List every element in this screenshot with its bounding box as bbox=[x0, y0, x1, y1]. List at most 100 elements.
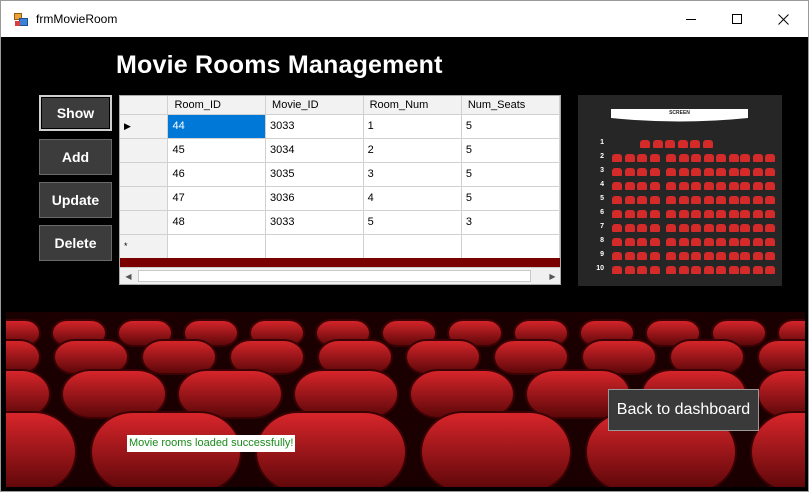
table-row[interactable]: 46 3035 3 5 bbox=[120, 162, 560, 187]
grid-cell[interactable]: 44 bbox=[167, 114, 267, 139]
scroll-left-icon[interactable]: ◀ bbox=[120, 268, 137, 284]
theater-seat-shape bbox=[409, 369, 515, 419]
theater-seat-shape bbox=[53, 339, 129, 375]
seat-row-number: 4 bbox=[600, 181, 604, 188]
table-row[interactable]: 45 3034 2 5 bbox=[120, 138, 560, 163]
grid-cell[interactable] bbox=[265, 234, 364, 259]
grid-cell[interactable]: 3035 bbox=[265, 162, 364, 187]
theater-seat-shape bbox=[420, 411, 572, 487]
seat-icon bbox=[649, 238, 660, 246]
seat-icon bbox=[612, 238, 622, 246]
theater-seat-shape bbox=[581, 339, 657, 375]
new-row-indicator[interactable]: * bbox=[120, 234, 169, 259]
seat-icon bbox=[765, 252, 775, 260]
grid-cell[interactable]: 3 bbox=[363, 162, 462, 187]
seat-icon bbox=[703, 182, 714, 190]
grid-cell[interactable]: 4 bbox=[363, 186, 462, 211]
grid-cell[interactable]: 5 bbox=[461, 186, 560, 211]
seat-icon bbox=[740, 224, 750, 232]
seat-icon bbox=[612, 210, 622, 218]
column-header-movie-id[interactable]: Movie_ID bbox=[265, 96, 364, 115]
grid-cell[interactable]: 5 bbox=[363, 210, 462, 235]
row-header[interactable] bbox=[120, 210, 169, 235]
theater-seat-shape bbox=[61, 369, 167, 419]
table-row[interactable]: 48 3033 5 3 bbox=[120, 210, 560, 235]
theater-seat-shape bbox=[6, 369, 51, 419]
seat-icon bbox=[612, 168, 622, 176]
grid-cell[interactable]: 3033 bbox=[265, 114, 364, 139]
seat-icon bbox=[716, 182, 726, 190]
movie-rooms-grid[interactable]: Room_ID Movie_ID Room_Num Num_Seats ▶ 44… bbox=[119, 95, 561, 285]
seat-icon bbox=[624, 154, 635, 162]
close-icon bbox=[777, 13, 789, 25]
column-header-room-num[interactable]: Room_Num bbox=[363, 96, 462, 115]
seat-icon bbox=[678, 196, 689, 204]
seat-icon bbox=[752, 182, 763, 190]
update-button[interactable]: Update bbox=[39, 182, 112, 218]
close-button[interactable] bbox=[760, 1, 806, 37]
seat-icon bbox=[740, 154, 750, 162]
grid-cell[interactable] bbox=[461, 234, 560, 259]
grid-cell[interactable]: 5 bbox=[461, 162, 560, 187]
grid-cell[interactable]: 5 bbox=[461, 138, 560, 163]
horizontal-scrollbar[interactable]: ◀ ▶ bbox=[120, 267, 560, 284]
current-row-indicator[interactable]: ▶ bbox=[120, 114, 169, 139]
table-row[interactable]: ▶ 44 3033 1 5 bbox=[120, 114, 560, 139]
grid-cell[interactable]: 5 bbox=[461, 114, 560, 139]
seat-icon bbox=[752, 196, 763, 204]
seat-icon bbox=[691, 266, 701, 274]
scrollbar-thumb[interactable] bbox=[138, 270, 531, 282]
seat-icon bbox=[728, 210, 739, 218]
grid-cell[interactable] bbox=[167, 234, 267, 259]
seat-icon bbox=[637, 154, 647, 162]
seat-icon bbox=[691, 154, 701, 162]
seat-icon bbox=[666, 182, 676, 190]
grid-cell[interactable]: 3033 bbox=[265, 210, 364, 235]
grid-cell[interactable]: 3 bbox=[461, 210, 560, 235]
grid-cell[interactable] bbox=[363, 234, 462, 259]
row-header[interactable] bbox=[120, 138, 169, 163]
grid-empty-area bbox=[120, 258, 560, 267]
seat-icon bbox=[740, 182, 750, 190]
grid-cell[interactable]: 1 bbox=[363, 114, 462, 139]
new-row[interactable]: * bbox=[120, 234, 560, 259]
seat-icon bbox=[612, 196, 622, 204]
back-to-dashboard-button[interactable]: Back to dashboard bbox=[608, 389, 759, 431]
seat-map-image: SCREEN 1 2 3 4 5 6 7 8 9 10 bbox=[578, 95, 782, 286]
column-header-room-id[interactable]: Room_ID bbox=[167, 96, 267, 115]
seat-row-number: 3 bbox=[600, 167, 604, 174]
seat-icon bbox=[765, 182, 775, 190]
seat-icon bbox=[637, 182, 647, 190]
title-bar[interactable]: frmMovieRoom bbox=[1, 1, 808, 37]
app-window: frmMovieRoom Movie Rooms Management Show… bbox=[0, 0, 809, 492]
seat-icon bbox=[728, 182, 739, 190]
grid-cell[interactable]: 45 bbox=[167, 138, 267, 163]
seat-icon bbox=[752, 154, 763, 162]
delete-button[interactable]: Delete bbox=[39, 225, 112, 261]
table-row[interactable]: 47 3036 4 5 bbox=[120, 186, 560, 211]
screen-label: SCREEN bbox=[669, 110, 690, 116]
grid-cell[interactable]: 3034 bbox=[265, 138, 364, 163]
grid-cell[interactable]: 47 bbox=[167, 186, 267, 211]
seat-icon bbox=[649, 224, 660, 232]
seat-icon bbox=[624, 182, 635, 190]
scroll-right-icon[interactable]: ▶ bbox=[544, 268, 560, 284]
grid-cell[interactable]: 3036 bbox=[265, 186, 364, 211]
seat-icon bbox=[624, 224, 635, 232]
seat-row-number: 8 bbox=[600, 237, 604, 244]
seat-icon bbox=[691, 210, 701, 218]
row-header[interactable] bbox=[120, 162, 169, 187]
seat-icon bbox=[624, 238, 635, 246]
maximize-button[interactable] bbox=[714, 1, 760, 37]
grid-cell[interactable]: 46 bbox=[167, 162, 267, 187]
seat-icon bbox=[716, 252, 726, 260]
add-button[interactable]: Add bbox=[39, 139, 112, 175]
row-header[interactable] bbox=[120, 186, 169, 211]
column-header-num-seats[interactable]: Num_Seats bbox=[461, 96, 560, 115]
seat-icon bbox=[640, 140, 650, 148]
show-button[interactable]: Show bbox=[39, 95, 112, 131]
minimize-button[interactable] bbox=[668, 1, 714, 37]
grid-cell[interactable]: 2 bbox=[363, 138, 462, 163]
theater-seat-shape bbox=[229, 339, 305, 375]
grid-cell[interactable]: 48 bbox=[167, 210, 267, 235]
